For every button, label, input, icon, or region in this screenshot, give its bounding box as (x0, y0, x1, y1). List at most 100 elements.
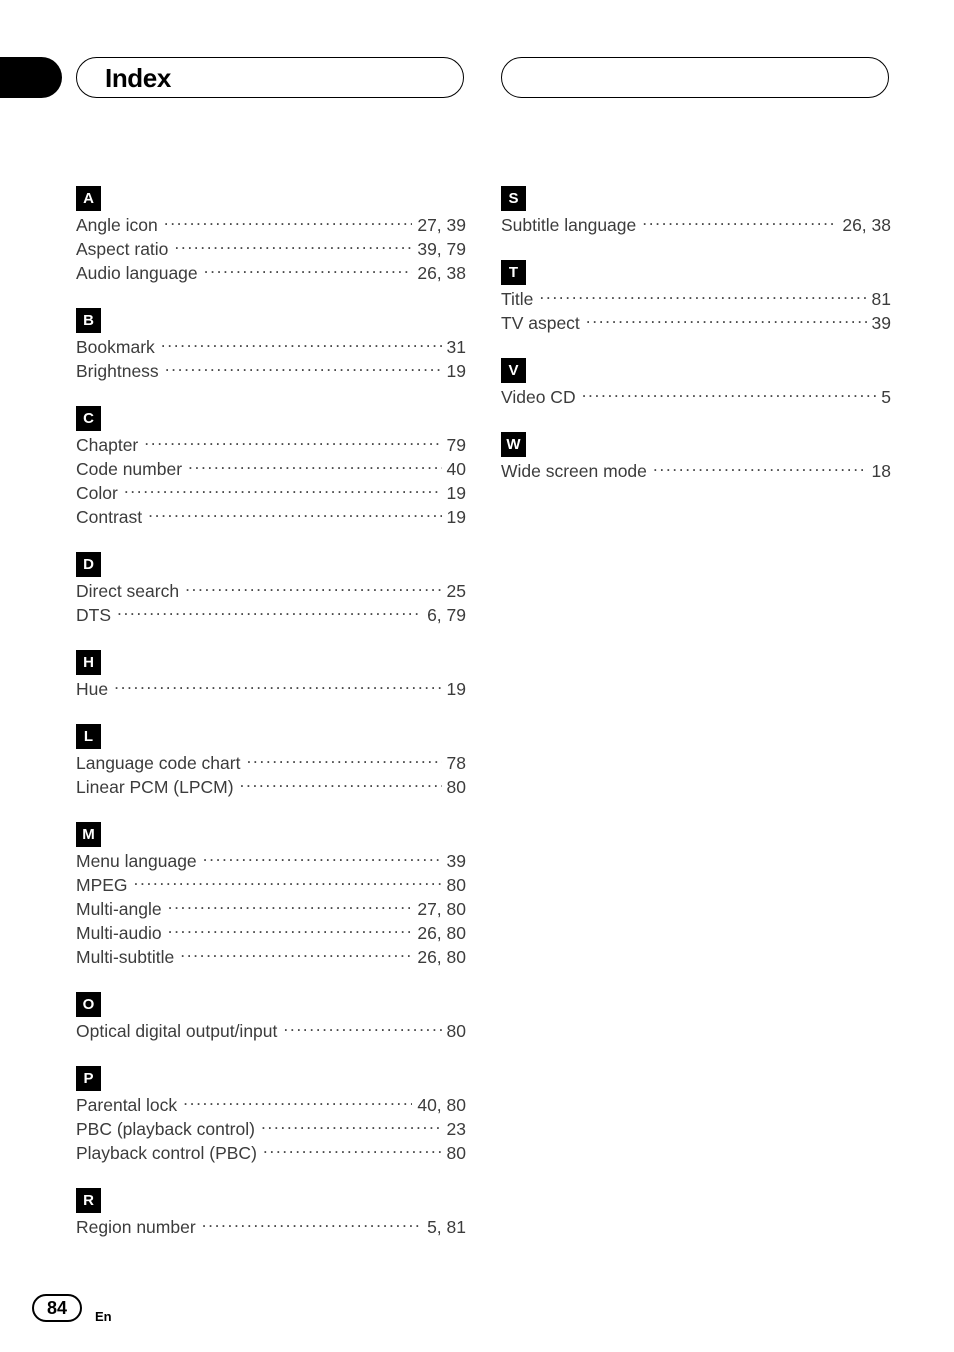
index-entry-page-number: 26, 38 (842, 215, 891, 235)
index-entry-page-number: 39 (446, 851, 466, 871)
index-entry-label: Language code chart (76, 753, 241, 773)
index-section-w: W Wide screen mode 18 (501, 432, 891, 483)
index-entry-label: Optical digital output/input (76, 1021, 278, 1041)
index-entry-page-number: 78 (446, 753, 466, 773)
index-entry-leader-dots (114, 677, 441, 695)
index-entry-page-number: 39 (871, 313, 891, 333)
index-entry-page-number: 19 (446, 361, 466, 381)
section-letter-badge: H (76, 650, 101, 675)
index-entry-page-number: 80 (446, 777, 466, 797)
index-entry-leader-dots (240, 775, 442, 793)
index-entry-label: Subtitle language (501, 215, 637, 235)
index-entry-leader-dots (188, 457, 441, 475)
index-entry-label: Code number (76, 459, 183, 479)
index-section-m: MMenu language39MPEG80Multi-angle27, 80M… (76, 822, 466, 969)
index-entry[interactable]: Multi-audio 26, 80 (76, 921, 466, 945)
index-entry-page-number: 80 (446, 875, 466, 895)
index-entry[interactable]: PBC (playback control) 23 (76, 1117, 466, 1141)
index-entry[interactable]: Code number 40 (76, 457, 466, 481)
index-entry-page-number: 80 (446, 1021, 466, 1041)
index-entry[interactable]: TV aspect 39 (501, 311, 891, 335)
index-section-b: B Bookmark 31 Brightness 19 (76, 308, 466, 383)
chapter-tab-marker (0, 57, 62, 98)
index-entry-leader-dots (117, 603, 422, 621)
index-entry[interactable]: Bookmark 31 (76, 335, 466, 359)
index-entry-label: Brightness (76, 361, 159, 381)
index-section-o: O Optical digital output/input 80 (76, 992, 466, 1043)
index-section-h: H Hue 19 (76, 650, 466, 701)
section-letter-badge: O (76, 992, 101, 1017)
index-entry-page-number: 27, 39 (417, 215, 466, 235)
index-entry-label: Angle icon (76, 215, 158, 235)
index-entry[interactable]: Playback control (PBC) 80 (76, 1141, 466, 1165)
index-entry-leader-dots (202, 1215, 422, 1233)
index-entry-leader-dots (174, 237, 412, 255)
index-entry-leader-dots (161, 335, 442, 353)
index-entry-leader-dots (168, 921, 413, 939)
index-entry-leader-dots (261, 1117, 442, 1135)
index-section-s: S Subtitle language 26, 38 (501, 186, 891, 237)
index-entry[interactable]: Video CD 5 (501, 385, 891, 409)
index-entry-page-number: 6, 79 (427, 605, 466, 625)
index-entry[interactable]: Region number 5, 81 (76, 1215, 466, 1239)
index-entry-leader-dots (180, 945, 412, 963)
index-entry[interactable]: Title 81 (501, 287, 891, 311)
section-letter-badge: W (501, 432, 526, 457)
index-entry-label: Direct search (76, 581, 180, 601)
index-entry[interactable]: Language code chart 78 (76, 751, 466, 775)
index-entry[interactable]: Linear PCM (LPCM) 80 (76, 775, 466, 799)
section-letter-badge: P (76, 1066, 101, 1091)
index-entry[interactable]: Chapter 79 (76, 433, 466, 457)
index-entry-label: Title (501, 289, 534, 309)
index-entry-leader-dots (586, 311, 867, 329)
index-entry-leader-dots (185, 579, 441, 597)
index-entry-leader-dots (582, 385, 877, 403)
index-entry-leader-dots (539, 287, 866, 305)
index-entry-label: Multi-subtitle (76, 947, 175, 967)
index-entry-page-number: 26, 80 (417, 947, 466, 967)
index-entry[interactable]: Hue 19 (76, 677, 466, 701)
index-entry[interactable]: Multi-subtitle 26, 80 (76, 945, 466, 969)
index-entry[interactable]: Aspect ratio 39, 79 (76, 237, 466, 261)
index-entry-label: Aspect ratio (76, 239, 169, 259)
index-entry-leader-dots (203, 849, 442, 867)
index-entry-page-number: 81 (871, 289, 891, 309)
index-entry[interactable]: Direct search 25 (76, 579, 466, 603)
index-entry[interactable]: Contrast 19 (76, 505, 466, 529)
index-entry-page-number: 5 (881, 387, 891, 407)
page-number-badge: 84 (32, 1294, 82, 1322)
index-section-p: PParental lock40, 80PBC (playback contro… (76, 1066, 466, 1165)
index-entry-label: Bookmark (76, 337, 155, 357)
index-entry-label: Linear PCM (LPCM) (76, 777, 234, 797)
index-entry[interactable]: Wide screen mode 18 (501, 459, 891, 483)
section-letter-badge: V (501, 358, 526, 383)
index-entry-leader-dots (204, 261, 413, 279)
index-entry[interactable]: MPEG 80 (76, 873, 466, 897)
index-entry[interactable]: Audio language 26, 38 (76, 261, 466, 285)
index-entry[interactable]: Color 19 (76, 481, 466, 505)
index-entry-page-number: 26, 38 (417, 263, 466, 283)
index-entry-label: Wide screen mode (501, 461, 647, 481)
index-entry-label: Multi-audio (76, 923, 162, 943)
header-empty-box (501, 57, 889, 98)
index-entry[interactable]: DTS 6, 79 (76, 603, 466, 627)
page-footer: 84 En (0, 1272, 954, 1352)
index-column-left: AAngle icon27, 39Aspect ratio39, 79Audio… (76, 186, 466, 1239)
page-title: Index (105, 62, 171, 93)
header-title-box: Index (76, 57, 464, 98)
index-entry-label: Video CD (501, 387, 576, 407)
index-entry-leader-dots (263, 1141, 442, 1159)
index-entry[interactable]: Multi-angle 27, 80 (76, 897, 466, 921)
index-entry[interactable]: Subtitle language 26, 38 (501, 213, 891, 237)
index-entry[interactable]: Parental lock 40, 80 (76, 1093, 466, 1117)
index-section-a: AAngle icon27, 39Aspect ratio39, 79Audio… (76, 186, 466, 285)
index-entry-page-number: 39, 79 (417, 239, 466, 259)
index-entry-leader-dots (164, 213, 413, 231)
index-entry[interactable]: Optical digital output/input 80 (76, 1019, 466, 1043)
index-entry[interactable]: Brightness 19 (76, 359, 466, 383)
index-entry-leader-dots (148, 505, 441, 523)
index-entry[interactable]: Menu language 39 (76, 849, 466, 873)
section-letter-badge: T (501, 260, 526, 285)
index-entry[interactable]: Angle icon 27, 39 (76, 213, 466, 237)
index-entry-leader-dots (124, 481, 442, 499)
